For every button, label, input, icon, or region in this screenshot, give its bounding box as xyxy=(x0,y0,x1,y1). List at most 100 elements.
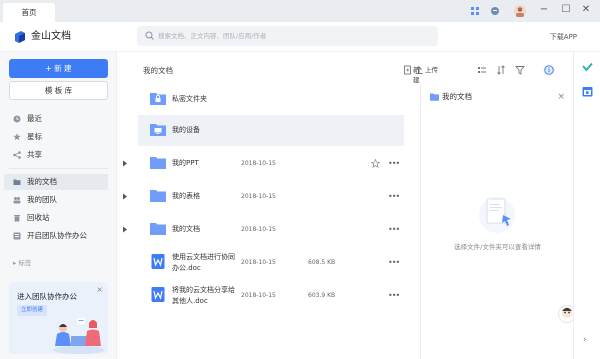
close-icon[interactable]: × xyxy=(557,85,565,109)
file-name: 使用云文档进行协同 办公.doc xyxy=(172,252,235,274)
more-icon[interactable]: ••• xyxy=(388,247,400,278)
sidebar-item-shared[interactable]: 共享 xyxy=(4,147,108,163)
sidebar-item-label: 最近 xyxy=(27,114,42,123)
folder-icon xyxy=(150,223,166,235)
star-icon xyxy=(13,133,21,141)
star-icon[interactable] xyxy=(371,159,380,168)
tab-home[interactable]: 首页 xyxy=(3,3,55,22)
word-doc-icon xyxy=(151,287,165,302)
list-view-icon[interactable] xyxy=(477,65,487,75)
list-item[interactable]: 我的文档 2018-10-15 ••• xyxy=(123,214,404,245)
more-icon[interactable]: ••• xyxy=(388,181,400,212)
sidebar-item-recent[interactable]: 最近 xyxy=(4,111,108,127)
toolbar-right: 上传 xyxy=(415,52,573,85)
file-date: 2018-10-15 xyxy=(241,160,276,167)
promo-create-button[interactable]: 立即创建 xyxy=(17,305,47,316)
more-icon[interactable]: ••• xyxy=(388,148,400,179)
folder-icon xyxy=(430,93,439,101)
info-icon[interactable] xyxy=(543,64,555,76)
sidebar-item-label: 我的文档 xyxy=(27,177,57,186)
detail-header: 我的文档 × xyxy=(421,85,574,109)
more-icon[interactable]: ••• xyxy=(388,214,400,245)
minimize-icon[interactable]: − xyxy=(538,4,550,16)
folder-icon xyxy=(13,179,21,185)
expand-arrow-icon[interactable] xyxy=(122,160,128,167)
empty-state-text: 选择文件/文件夹可以查看详情 xyxy=(454,243,541,251)
file-name: 我的表格 xyxy=(172,192,200,200)
sidebar-item-team-collab[interactable]: 开启团队协作办公 xyxy=(4,228,108,244)
sidebar: + 新 建 模 板 库 最近 星标 共享 我的文档 我的团队 回收站 开启团队协… xyxy=(0,52,117,359)
empty-state-illustration xyxy=(479,197,515,233)
template-library-button[interactable]: 模 板 库 xyxy=(9,81,108,100)
folder-icon xyxy=(150,157,166,169)
file-name: 我的PPT xyxy=(172,159,199,167)
list-item[interactable]: 使用云文档进行协同 办公.doc 2018-10-15 608.5 KB ••• xyxy=(138,247,404,278)
calendar-icon[interactable] xyxy=(582,86,593,97)
sidebar-item-label: 我的团队 xyxy=(27,195,57,204)
detail-panel: 我的文档 × 选择文件/文件夹可以查看详情 xyxy=(420,85,576,359)
search-placeholder: 搜索文档、正文内容、团队/应用/作者 xyxy=(158,32,267,40)
file-date: 2018-10-15 xyxy=(241,193,276,200)
list-item[interactable]: 我的PPT 2018-10-15 ••• xyxy=(123,148,404,179)
avatar[interactable] xyxy=(514,5,526,17)
folder-icon xyxy=(150,190,166,202)
toolbar-upload-button[interactable]: 上传 xyxy=(425,65,438,75)
file-date: 2018-10-15 xyxy=(241,226,276,233)
list-item[interactable]: 我的表格 2018-10-15 ••• xyxy=(123,181,404,212)
promo-title: 进入团队协作办公 xyxy=(17,292,77,301)
new-doc-icon xyxy=(404,65,411,75)
title-bar: 首页 − ☐ ✕ xyxy=(0,0,600,22)
tags-toggle[interactable]: ▸ 标签 xyxy=(13,257,31,267)
close-icon[interactable]: × xyxy=(96,285,103,294)
file-name: 将我的云文档分享给 其他人.doc xyxy=(172,285,235,307)
list-item[interactable]: 将我的云文档分享给 其他人.doc 2018-10-15 603.9 KB ••… xyxy=(138,280,404,311)
team-promo-card: 进入团队协作办公 立即创建 × xyxy=(9,282,108,354)
sidebar-item-starred[interactable]: 星标 xyxy=(4,129,108,145)
chevron-right-icon[interactable]: › xyxy=(583,335,587,345)
search-input[interactable]: 搜索文档、正文内容、团队/应用/作者 xyxy=(137,26,438,46)
sidebar-item-my-team[interactable]: 我的团队 xyxy=(4,192,108,208)
team-icon xyxy=(13,197,21,204)
share-icon xyxy=(13,151,21,159)
download-app-link[interactable]: 下载APP xyxy=(550,30,577,44)
expand-arrow-icon[interactable] xyxy=(122,226,128,233)
sidebar-item-trash[interactable]: 回收站 xyxy=(4,210,108,226)
search-icon xyxy=(145,31,154,40)
app-logo-icon xyxy=(15,31,25,43)
detail-title: 我的文档 xyxy=(442,92,472,101)
file-name: 我的设备 xyxy=(172,126,200,134)
team-collab-icon xyxy=(13,232,21,240)
sidebar-divider xyxy=(9,168,108,169)
sidebar-item-label: 回收站 xyxy=(27,213,50,222)
right-rail: › xyxy=(573,52,600,359)
file-name-line1: 将我的云文档分享给 其他人.doc xyxy=(172,286,235,305)
sidebar-item-label: 开启团队协作办公 xyxy=(27,231,87,240)
list-item[interactable]: 私密文件夹 xyxy=(138,84,404,115)
message-icon[interactable] xyxy=(490,6,500,16)
device-folder-icon xyxy=(150,124,166,136)
app-header: 金山文档 搜索文档、正文内容、团队/应用/作者 下载APP xyxy=(0,22,600,52)
close-icon[interactable]: ✕ xyxy=(580,4,592,16)
file-name-line1: 使用云文档进行协同 办公.doc xyxy=(172,253,235,272)
new-button[interactable]: + 新 建 xyxy=(9,59,108,78)
filter-icon[interactable] xyxy=(515,65,525,75)
sidebar-item-my-docs[interactable]: 我的文档 xyxy=(4,174,108,190)
page-title: 我的文档 xyxy=(143,66,173,75)
file-list: 私密文件夹 我的设备 我的PPT 2018-10-15 ••• 我的表格 201… xyxy=(117,84,420,359)
list-item[interactable]: 我的设备 xyxy=(138,115,404,146)
sort-icon[interactable] xyxy=(496,65,506,75)
expand-arrow-icon[interactable] xyxy=(122,193,128,200)
file-size: 608.5 KB xyxy=(308,259,336,266)
word-doc-icon xyxy=(151,254,165,269)
maximize-icon[interactable]: ☐ xyxy=(560,4,572,16)
file-date: 2018-10-15 xyxy=(241,292,276,299)
file-name: 私密文件夹 xyxy=(172,95,207,103)
app-name: 金山文档 xyxy=(31,31,71,42)
team-illustration xyxy=(53,318,105,354)
sidebar-item-label: 星标 xyxy=(27,132,42,141)
lock-folder-icon xyxy=(150,93,166,105)
upload-icon xyxy=(415,66,423,74)
check-shield-icon[interactable] xyxy=(582,62,593,73)
grid-icon[interactable] xyxy=(470,6,480,16)
more-icon[interactable]: ••• xyxy=(388,280,400,311)
